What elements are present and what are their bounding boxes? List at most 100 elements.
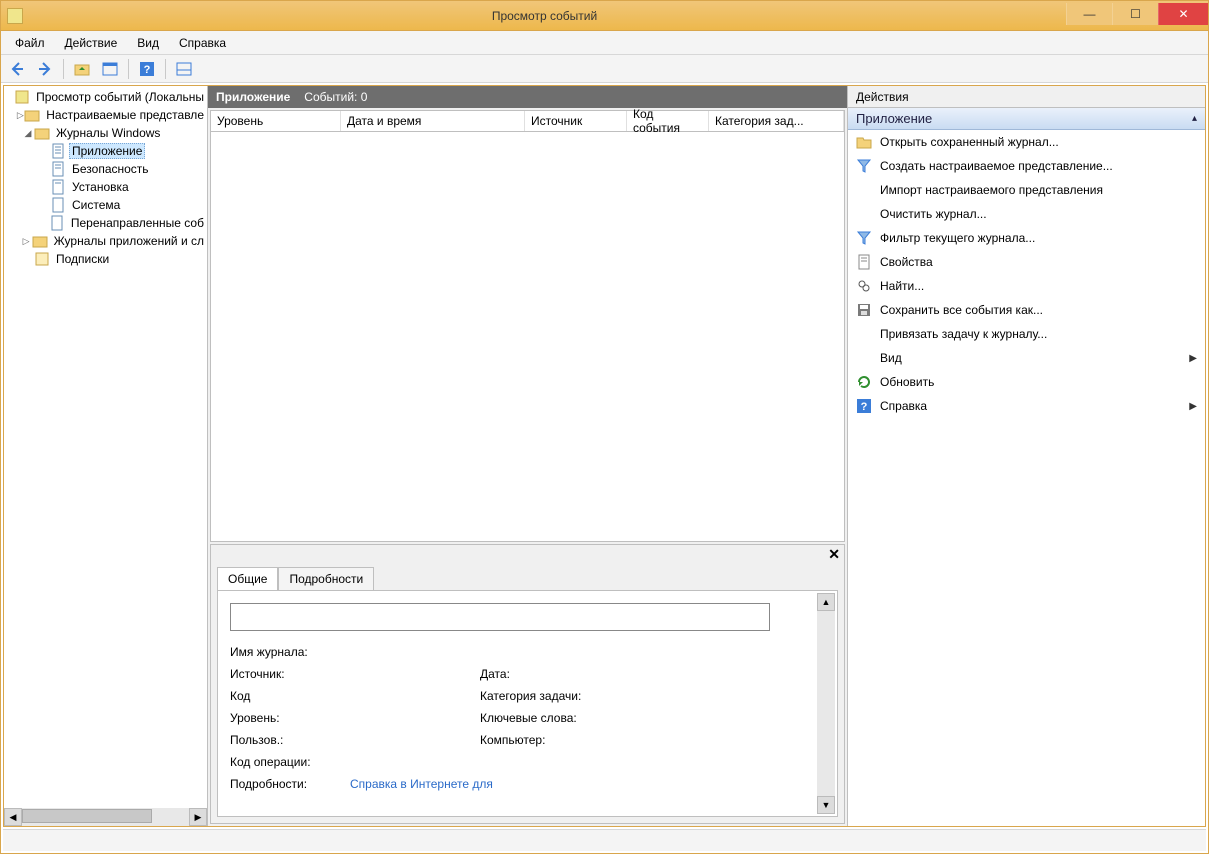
menu-action[interactable]: Действие: [57, 33, 126, 53]
menu-file[interactable]: Файл: [7, 33, 53, 53]
action-properties[interactable]: Свойства: [848, 250, 1205, 274]
minimize-button[interactable]: —: [1066, 3, 1112, 25]
action-attach-task[interactable]: Привязать задачу к журналу...: [848, 322, 1205, 346]
label-more: Подробности:: [230, 777, 350, 791]
label-level: Уровень:: [230, 711, 350, 725]
action-clear-log[interactable]: Очистить журнал...: [848, 202, 1205, 226]
log-icon: [50, 179, 66, 195]
filter-icon: [856, 158, 872, 174]
action-create-custom-view[interactable]: Создать настраиваемое представление...: [848, 154, 1205, 178]
tree-subscriptions[interactable]: Подписки: [4, 250, 207, 268]
maximize-button[interactable]: ☐: [1112, 3, 1158, 25]
tree-system[interactable]: Система: [4, 196, 207, 214]
app-icon: [7, 8, 23, 24]
scroll-right-icon[interactable]: ▶: [189, 808, 207, 826]
tab-details[interactable]: Подробности: [278, 567, 374, 590]
tree-forwarded[interactable]: Перенаправленные соб: [4, 214, 207, 232]
detail-panel: ✕ Общие Подробности Имя журнала: Источни…: [210, 544, 845, 824]
action-open-saved[interactable]: Открыть сохраненный журнал...: [848, 130, 1205, 154]
tree-hscroll[interactable]: ◀ ▶: [4, 808, 207, 826]
scroll-left-icon[interactable]: ◀: [4, 808, 22, 826]
menu-view[interactable]: Вид: [129, 33, 167, 53]
actions-title: Действия: [848, 86, 1205, 108]
tree-application[interactable]: Приложение: [4, 142, 207, 160]
back-button[interactable]: [5, 57, 29, 81]
col-eventid[interactable]: Код события: [627, 111, 709, 131]
grid-body[interactable]: [210, 132, 845, 542]
find-icon: [856, 278, 872, 294]
scroll-track[interactable]: [22, 808, 189, 826]
tree-windows-logs[interactable]: ◢ Журналы Windows: [4, 124, 207, 142]
scroll-track[interactable]: [817, 611, 835, 796]
toolbar-separator: [165, 59, 166, 79]
collapse-icon[interactable]: ◢: [22, 127, 34, 139]
tree-root[interactable]: Просмотр событий (Локальны: [4, 88, 207, 106]
help-icon: ?: [856, 398, 872, 414]
tree-security[interactable]: Безопасность: [4, 160, 207, 178]
tree-body[interactable]: Просмотр событий (Локальны ▷ Настраиваем…: [4, 86, 207, 808]
action-help[interactable]: ? Справка ▶: [848, 394, 1205, 418]
chevron-up-icon[interactable]: ▴: [1192, 113, 1197, 124]
titlebar[interactable]: Просмотр событий — ☐ ✕: [1, 1, 1208, 31]
toolbar-separator: [128, 59, 129, 79]
event-viewer-icon: [14, 89, 30, 105]
label-computer: Компьютер:: [480, 733, 620, 747]
show-hide-action-button[interactable]: [98, 57, 122, 81]
svg-text:?: ?: [861, 401, 868, 413]
action-find[interactable]: Найти...: [848, 274, 1205, 298]
expand-icon[interactable]: [6, 91, 14, 103]
panel-icon: [102, 61, 118, 77]
tab-body: Имя журнала: Источник: Дата: Код Категор…: [217, 590, 838, 817]
tab-general[interactable]: Общие: [217, 567, 278, 590]
action-filter-log[interactable]: Фильтр текущего журнала...: [848, 226, 1205, 250]
folder-icon: [34, 125, 50, 141]
expand-icon[interactable]: ▷: [16, 109, 24, 121]
expand-icon[interactable]: ▷: [21, 235, 32, 247]
col-datetime[interactable]: Дата и время: [341, 111, 525, 131]
statusbar: [3, 829, 1206, 851]
action-view[interactable]: Вид ▶: [848, 346, 1205, 370]
label-log-name: Имя журнала:: [230, 645, 350, 659]
action-save-all[interactable]: Сохранить все события как...: [848, 298, 1205, 322]
col-level[interactable]: Уровень: [211, 111, 341, 131]
grid-header-bar: Приложение Событий: 0: [208, 86, 847, 108]
col-category[interactable]: Категория зад...: [709, 111, 844, 131]
blank-icon: [856, 206, 872, 222]
preview-pane-button[interactable]: [172, 57, 196, 81]
folder-icon: [32, 233, 48, 249]
help-link[interactable]: Справка в Интернете для: [350, 777, 809, 791]
folder-icon: [24, 107, 40, 123]
actions-section[interactable]: Приложение ▴: [848, 108, 1205, 130]
menu-help[interactable]: Справка: [171, 33, 234, 53]
folder-up-icon: [74, 61, 90, 77]
log-icon: [50, 197, 66, 213]
col-source[interactable]: Источник: [525, 111, 627, 131]
action-refresh[interactable]: Обновить: [848, 370, 1205, 394]
scroll-up-icon[interactable]: ▲: [817, 593, 835, 611]
show-hide-tree-button[interactable]: [70, 57, 94, 81]
filter-icon: [856, 230, 872, 246]
log-icon: [50, 143, 66, 159]
help-icon: ?: [139, 61, 155, 77]
window-title: Просмотр событий: [23, 9, 1066, 23]
help-button[interactable]: ?: [135, 57, 159, 81]
event-viewer-window: Просмотр событий — ☐ ✕ Файл Действие Вид…: [0, 0, 1209, 854]
label-keywords: Ключевые слова:: [480, 711, 620, 725]
detail-close-bar: ✕: [211, 545, 844, 563]
forward-button[interactable]: [33, 57, 57, 81]
label-user: Пользов.:: [230, 733, 350, 747]
tree-custom-views[interactable]: ▷ Настраиваемые представле: [4, 106, 207, 124]
tree-app-services-logs[interactable]: ▷ Журналы приложений и сл: [4, 232, 207, 250]
label-source: Источник:: [230, 667, 350, 681]
scroll-down-icon[interactable]: ▼: [817, 796, 835, 814]
tree-setup[interactable]: Установка: [4, 178, 207, 196]
label-task-category: Категория задачи:: [480, 689, 620, 703]
close-button[interactable]: ✕: [1158, 3, 1208, 25]
log-icon: [49, 215, 65, 231]
action-import-custom-view[interactable]: Импорт настраиваемого представления: [848, 178, 1205, 202]
chevron-right-icon: ▶: [1189, 353, 1197, 364]
close-icon[interactable]: ✕: [828, 546, 840, 563]
scroll-thumb[interactable]: [22, 809, 152, 823]
window-controls: — ☐ ✕: [1066, 3, 1208, 25]
detail-vscroll[interactable]: ▲ ▼: [817, 593, 835, 814]
